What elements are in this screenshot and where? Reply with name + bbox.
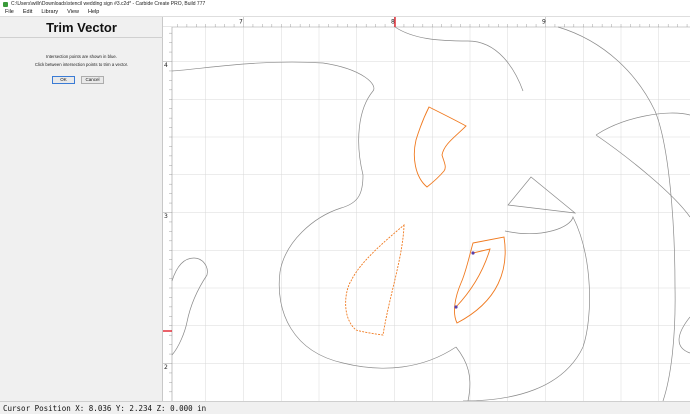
triangle-vector[interactable] xyxy=(507,176,577,214)
menu-view[interactable]: View xyxy=(67,9,79,15)
design-canvas[interactable]: 7 8 9 4 3 2 xyxy=(163,17,690,401)
drawing-surface[interactable]: 7 8 9 4 3 2 xyxy=(163,17,690,401)
lower-left-crescent-vector[interactable] xyxy=(345,224,405,336)
panel-title: Trim Vector xyxy=(46,20,117,35)
panel-divider xyxy=(0,37,163,38)
grid xyxy=(172,27,690,401)
ok-button[interactable]: OK xyxy=(52,76,75,84)
trim-vector-panel: Trim Vector Intersection points are show… xyxy=(0,17,163,401)
lower-center-curve-vector[interactable] xyxy=(455,346,471,401)
menu-edit[interactable]: Edit xyxy=(23,9,32,15)
app-icon xyxy=(3,1,8,7)
outline-vectors xyxy=(171,26,690,401)
right-leaf-inner-vector[interactable] xyxy=(455,248,491,308)
left-tab-vector[interactable] xyxy=(171,257,208,356)
intersection-point[interactable] xyxy=(454,305,458,309)
lower-right-curve-vector[interactable] xyxy=(462,215,590,401)
top-right-swoop-vector[interactable] xyxy=(557,26,676,401)
ruler-label-left: 3 xyxy=(164,213,168,220)
right-loop-vector[interactable] xyxy=(595,112,690,218)
title-bar: C:\Users\willr\Downloads\stencil wedding… xyxy=(0,0,690,8)
top-ruler: 7 8 9 xyxy=(163,17,690,28)
intersection-points xyxy=(454,251,475,309)
instruction-line-2: Click between intersection points to tri… xyxy=(34,62,129,67)
left-ruler: 4 3 2 xyxy=(163,27,173,401)
ruler-label-top: 9 xyxy=(542,19,546,26)
status-bar: Cursor Position X: 8.036 Y: 2.234 Z: 0.0… xyxy=(0,401,690,414)
menu-help[interactable]: Help xyxy=(88,9,99,15)
selected-vectors xyxy=(345,106,506,336)
window-title: C:\Users\willr\Downloads\stencil wedding… xyxy=(11,1,206,7)
right-edge-vector[interactable] xyxy=(678,316,690,354)
menu-library[interactable]: Library xyxy=(41,9,58,15)
ruler-label-left: 4 xyxy=(164,62,168,69)
ruler-label-top: 7 xyxy=(239,19,243,26)
instruction-line-1: Intersection points are shown in blue. xyxy=(46,54,117,59)
ruler-label-left: 2 xyxy=(164,364,168,371)
top-left-swoop-vector[interactable] xyxy=(171,61,457,369)
intersection-point[interactable] xyxy=(471,251,475,255)
menu-file[interactable]: File xyxy=(5,9,14,15)
top-center-arch-vector[interactable] xyxy=(394,26,524,92)
menu-bar: File Edit Library View Help xyxy=(0,8,690,17)
right-leaf-outer-vector[interactable] xyxy=(454,236,506,324)
cursor-position-readout: Cursor Position X: 8.036 Y: 2.234 Z: 0.0… xyxy=(3,404,207,413)
cancel-button[interactable]: Cancel xyxy=(81,76,104,84)
